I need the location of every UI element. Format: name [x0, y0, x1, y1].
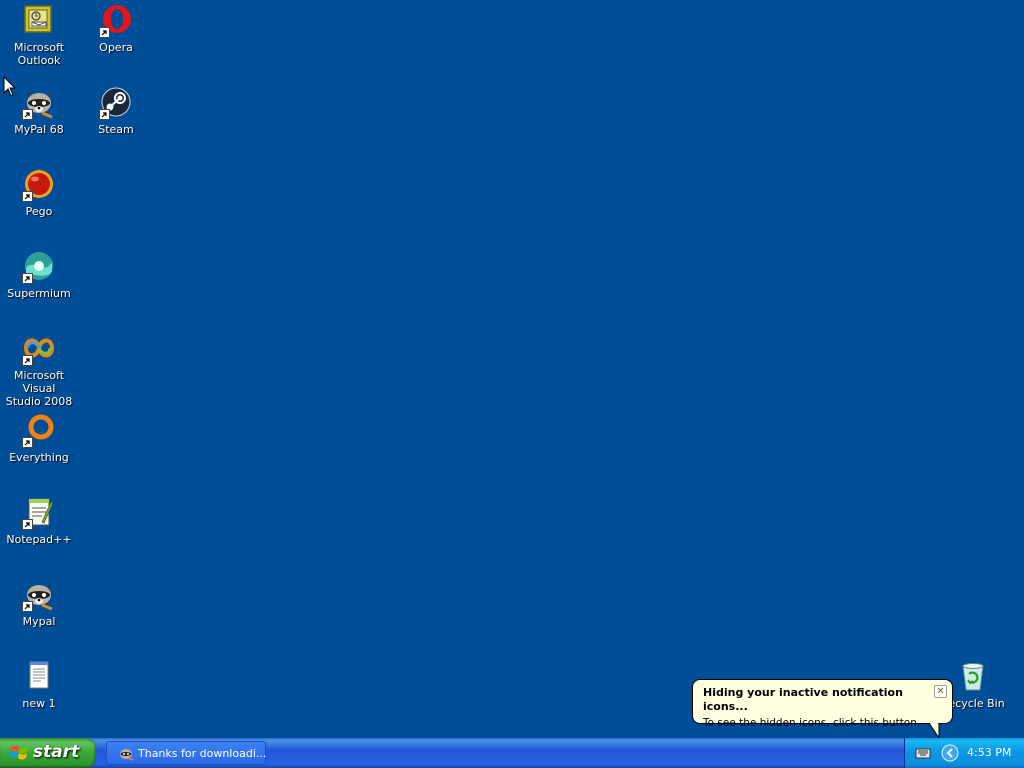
icon-label: Notepad++ [6, 533, 72, 546]
balloon-text: To see the hidden icons, click this butt… [703, 717, 921, 729]
taskbar-window-button[interactable]: Thanks for downloadi... [106, 741, 266, 765]
desktop-icon-pego[interactable]: Pego [0, 168, 78, 218]
mypal-raccoon-icon [120, 749, 134, 761]
shortcut-arrow-icon [99, 27, 110, 38]
shortcut-arrow-icon [22, 437, 33, 448]
icon-label: Microsoft Visual Studio 2008 [5, 369, 73, 408]
icon-label: Everything [9, 451, 69, 464]
outlook-icon [22, 4, 56, 38]
shortcut-arrow-icon [22, 273, 33, 284]
everything-icon [22, 414, 56, 448]
desktop[interactable]: Microsoft Outlook Opera MyPal 68 Steam P… [0, 0, 1024, 738]
mypal-raccoon-icon [22, 86, 56, 120]
shortcut-arrow-icon [22, 191, 33, 202]
pego-icon [22, 168, 56, 202]
icon-label: Microsoft Outlook [13, 41, 65, 67]
opera-icon [99, 4, 133, 38]
start-label: start [33, 742, 80, 762]
icon-label: MyPal 68 [14, 123, 64, 136]
desktop-icon-supermium[interactable]: Supermium [0, 250, 78, 300]
start-button[interactable]: start [0, 738, 96, 768]
notification-balloon[interactable]: Hiding your inactive notification icons.… [692, 679, 953, 729]
desktop-icon-everything[interactable]: Everything [0, 414, 78, 464]
desktop-icon-steam[interactable]: Steam [77, 86, 155, 136]
shortcut-arrow-icon [99, 109, 110, 120]
icon-label: Steam [98, 123, 134, 136]
balloon-title: Hiding your inactive notification icons.… [703, 686, 903, 713]
shortcut-arrow-icon [22, 355, 33, 366]
supermium-icon [22, 250, 56, 284]
desktop-icon-visual-studio[interactable]: Microsoft Visual Studio 2008 [0, 332, 78, 408]
taskbar: start Thanks for downloadi... 4:53 PM [0, 738, 1024, 768]
icon-label: Mypal [22, 615, 56, 628]
mypal-raccoon-icon [22, 578, 56, 612]
desktop-icon-outlook[interactable]: Microsoft Outlook [0, 4, 78, 67]
shortcut-arrow-icon [22, 601, 33, 612]
icon-label: Supermium [7, 287, 71, 300]
recycle-bin-icon [956, 660, 990, 694]
icon-label: new 1 [22, 697, 56, 710]
taskbar-window-label: Thanks for downloadi... [138, 747, 267, 760]
windows-flag-icon [10, 745, 28, 760]
desktop-icon-new1[interactable]: new 1 [0, 660, 78, 710]
show-hidden-icons-chevron-icon[interactable] [941, 744, 959, 762]
visual-studio-icon [22, 332, 56, 366]
balloon-pointer [929, 723, 940, 738]
steam-icon [99, 86, 133, 120]
mouse-pointer-icon [3, 76, 17, 97]
text-file-icon [22, 660, 56, 694]
icon-label: Pego [25, 205, 53, 218]
system-tray: 4:53 PM [904, 738, 1024, 768]
keyboard-icon[interactable] [915, 746, 931, 760]
desktop-icon-opera[interactable]: Opera [77, 4, 155, 54]
desktop-icon-notepadpp[interactable]: Notepad++ [0, 496, 78, 546]
notepadpp-icon [22, 496, 56, 530]
tray-clock[interactable]: 4:53 PM [967, 746, 1011, 759]
desktop-icon-mypal[interactable]: Mypal [0, 578, 78, 628]
shortcut-arrow-icon [22, 519, 33, 530]
icon-label: Opera [99, 41, 133, 54]
shortcut-arrow-icon [22, 109, 33, 120]
close-icon[interactable]: ✕ [934, 685, 947, 698]
